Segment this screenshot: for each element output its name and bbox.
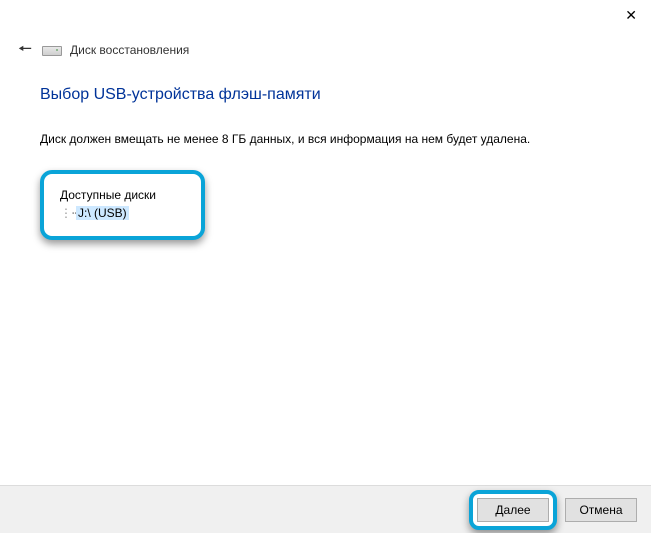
page-heading: Выбор USB-устройства флэш-памяти [40,86,611,104]
disk-item[interactable]: J:\ (USB) [76,206,129,220]
back-arrow-icon[interactable]: 🠔 [18,42,32,58]
instruction-text: Диск должен вмещать не менее 8 ГБ данных… [40,132,611,146]
tree-branch-icon: ⋮⋯ [60,207,74,219]
next-button[interactable]: Далее [477,498,549,522]
close-icon[interactable]: ✕ [625,8,637,22]
disk-tree-row: ⋮⋯ J:\ (USB) [60,206,185,220]
available-disks-box: Доступные диски ⋮⋯ J:\ (USB) [40,170,205,240]
footer: Далее Отмена [0,485,651,533]
drive-icon [42,44,60,56]
titlebar: ✕ [0,0,651,30]
next-button-highlight: Далее [469,490,557,530]
window-title: Диск восстановления [70,43,189,57]
content-area: Выбор USB-устройства флэш-памяти Диск до… [0,58,651,240]
available-disks-label: Доступные диски [60,188,185,202]
header-row: 🠔 Диск восстановления [0,30,651,58]
cancel-button[interactable]: Отмена [565,498,637,522]
